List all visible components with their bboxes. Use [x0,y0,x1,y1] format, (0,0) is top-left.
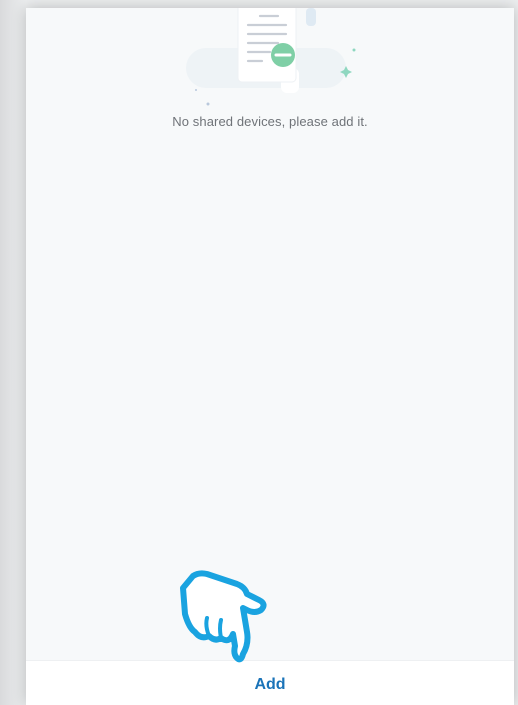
document-minus-icon [186,8,356,106]
empty-state-message: No shared devices, please add it. [172,114,368,129]
hand-pointer-icon [180,570,267,663]
